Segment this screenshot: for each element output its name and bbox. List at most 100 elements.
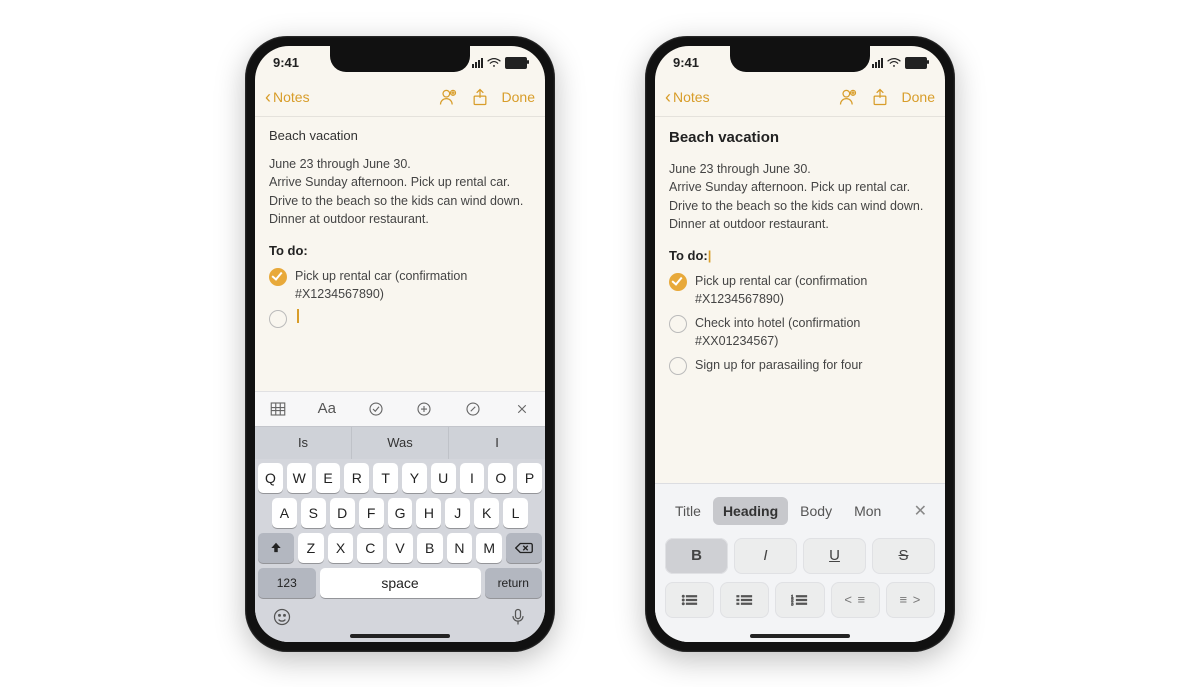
key-a[interactable]: A [272, 498, 297, 528]
suggestion-bar: Is Was I [255, 427, 545, 459]
key-v[interactable]: V [387, 533, 413, 563]
home-indicator[interactable] [350, 634, 450, 638]
todo-item[interactable]: Check into hotel (confirmation #XX012345… [669, 314, 931, 350]
battery-icon [505, 57, 527, 69]
emoji-icon[interactable] [272, 607, 292, 632]
key-i[interactable]: I [460, 463, 485, 493]
note-body[interactable]: Beach vacation June 23 through June 30. … [255, 117, 545, 391]
markup-icon[interactable] [460, 396, 486, 422]
key-u[interactable]: U [431, 463, 456, 493]
key-c[interactable]: C [357, 533, 383, 563]
key-m[interactable]: M [476, 533, 502, 563]
table-icon[interactable] [265, 396, 291, 422]
done-button[interactable]: Done [902, 89, 935, 105]
checklist-icon[interactable] [363, 396, 389, 422]
key-k[interactable]: K [474, 498, 499, 528]
phone-left: 9:41 ‹ Notes Done Beach [245, 36, 555, 652]
style-body[interactable]: Body [790, 497, 842, 525]
text-style-button[interactable]: Aa [314, 396, 340, 422]
todo-item[interactable]: Pick up rental car (confirmation #X12345… [669, 272, 931, 308]
italic-button[interactable]: I [734, 538, 797, 574]
suggestion[interactable]: Is [255, 427, 352, 459]
nav-bar: ‹ Notes Done [255, 80, 545, 117]
key-w[interactable]: W [287, 463, 312, 493]
todo-item-empty[interactable] [269, 309, 531, 328]
key-f[interactable]: F [359, 498, 384, 528]
share-icon[interactable] [870, 87, 890, 107]
checkbox-empty-icon[interactable] [269, 310, 287, 328]
share-icon[interactable] [470, 87, 490, 107]
suggestion[interactable]: I [449, 427, 545, 459]
wifi-icon [887, 58, 901, 68]
underline-button[interactable]: U [803, 538, 866, 574]
style-title[interactable]: Title [665, 497, 711, 525]
done-button[interactable]: Done [502, 89, 535, 105]
note-title: Beach vacation [269, 127, 531, 146]
key-z[interactable]: Z [298, 533, 324, 563]
checkbox-empty-icon[interactable] [669, 315, 687, 333]
key-n[interactable]: N [447, 533, 473, 563]
status-time: 9:41 [273, 55, 299, 70]
keyboard[interactable]: Is Was I QWERTYUIOP ASDFGHJKL ZXCVBNM [255, 426, 545, 642]
space-key[interactable]: space [320, 568, 481, 598]
key-l[interactable]: L [503, 498, 528, 528]
checkbox-empty-icon[interactable] [669, 357, 687, 375]
numbers-key[interactable]: 123 [258, 568, 316, 598]
strikethrough-button[interactable]: S [872, 538, 935, 574]
add-person-icon[interactable] [438, 87, 458, 107]
key-d[interactable]: D [330, 498, 355, 528]
key-e[interactable]: E [316, 463, 341, 493]
back-label: Notes [673, 89, 710, 105]
style-mono[interactable]: Mon [844, 497, 891, 525]
key-b[interactable]: B [417, 533, 443, 563]
style-picker-row: Title Heading Body Mon ✕ [665, 494, 935, 528]
key-j[interactable]: J [445, 498, 470, 528]
backspace-key[interactable] [506, 533, 542, 563]
key-h[interactable]: H [416, 498, 441, 528]
todo-heading: To do:| [669, 247, 931, 266]
note-body[interactable]: Beach vacation June 23 through June 30. … [655, 117, 945, 483]
svg-text:3: 3 [791, 601, 794, 606]
key-x[interactable]: X [328, 533, 354, 563]
checkbox-checked-icon[interactable] [669, 273, 687, 291]
close-toolbar-icon[interactable] [509, 396, 535, 422]
bullet-list-icon[interactable] [665, 582, 714, 618]
notch [330, 46, 470, 72]
back-button[interactable]: ‹ Notes [265, 88, 310, 106]
key-q[interactable]: Q [258, 463, 283, 493]
todo-text: Sign up for parasailing for four [695, 356, 862, 374]
todo-item[interactable]: Pick up rental car (confirmation #X12345… [269, 267, 531, 303]
todo-text: Pick up rental car (confirmation #X12345… [695, 272, 931, 308]
shift-key[interactable] [258, 533, 294, 563]
key-r[interactable]: R [344, 463, 369, 493]
suggestion[interactable]: Was [352, 427, 449, 459]
numbered-list-icon[interactable]: 123 [775, 582, 824, 618]
key-y[interactable]: Y [402, 463, 427, 493]
notch [730, 46, 870, 72]
home-indicator[interactable] [750, 634, 850, 638]
bold-button[interactable]: B [665, 538, 728, 574]
close-format-icon[interactable]: ✕ [906, 497, 935, 525]
key-p[interactable]: P [517, 463, 542, 493]
checkbox-checked-icon[interactable] [269, 268, 287, 286]
return-key[interactable]: return [485, 568, 543, 598]
note-paragraph: June 23 through June 30. Arrive Sunday a… [669, 160, 931, 233]
indent-button[interactable]: ≡ > [886, 582, 935, 618]
todo-text: Check into hotel (confirmation #XX012345… [695, 314, 931, 350]
style-heading[interactable]: Heading [713, 497, 788, 525]
key-g[interactable]: G [388, 498, 413, 528]
outdent-button[interactable]: < ≡ [831, 582, 880, 618]
add-person-icon[interactable] [838, 87, 858, 107]
text-cursor [297, 309, 299, 323]
format-toolbar: Aa [255, 391, 545, 426]
todo-item[interactable]: Sign up for parasailing for four [669, 356, 931, 375]
dash-list-icon[interactable] [720, 582, 769, 618]
key-t[interactable]: T [373, 463, 398, 493]
add-icon[interactable] [411, 396, 437, 422]
format-panel: Title Heading Body Mon ✕ B I U S [655, 483, 945, 642]
battery-icon [905, 57, 927, 69]
key-o[interactable]: O [488, 463, 513, 493]
back-button[interactable]: ‹ Notes [665, 88, 710, 106]
mic-icon[interactable] [508, 607, 528, 632]
key-s[interactable]: S [301, 498, 326, 528]
